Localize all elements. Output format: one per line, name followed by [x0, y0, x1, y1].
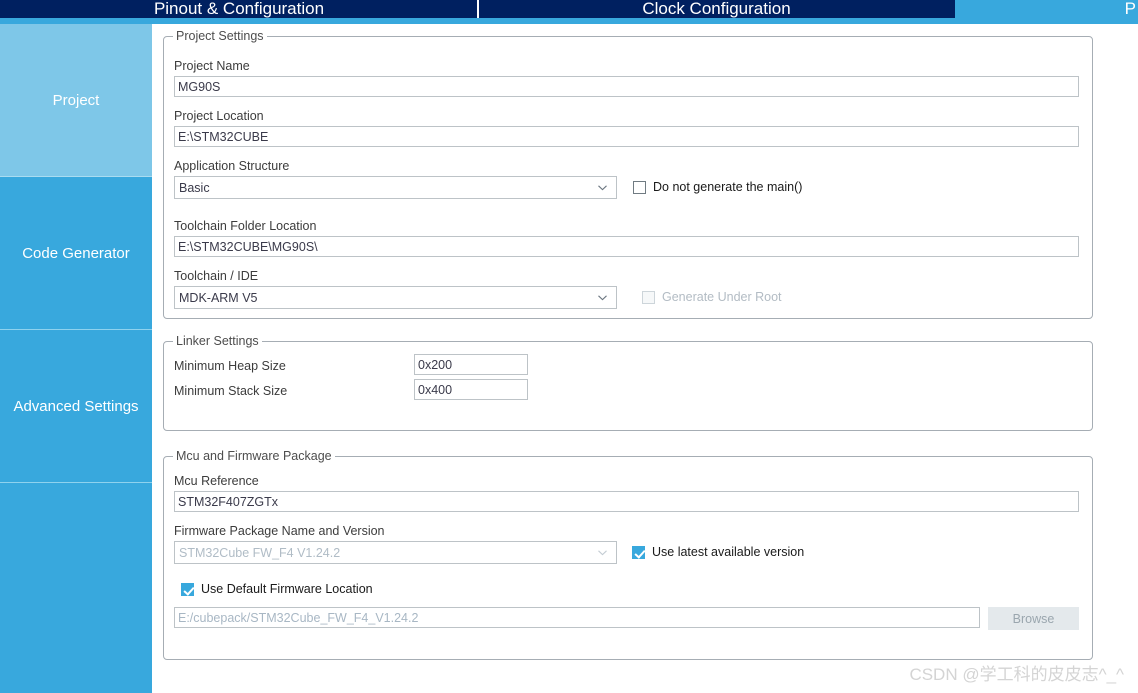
stm32cubemx-project-manager-window: Pinout & Configuration Clock Configurati…	[0, 0, 1138, 693]
mcu-firmware-package-groupbox-title: Mcu and Firmware Package	[173, 449, 335, 463]
application-structure-select[interactable]: Basic	[174, 176, 617, 199]
sidebar-item-project[interactable]: Project	[0, 24, 152, 177]
generate-under-root-label: Generate Under Root	[662, 290, 782, 304]
firmware-package-label: Firmware Package Name and Version	[174, 524, 385, 538]
mcu-reference-input[interactable]	[174, 491, 1079, 512]
sidebar-item-code-generator-label: Code Generator	[22, 244, 130, 262]
project-location-input[interactable]	[174, 126, 1079, 147]
linker-settings-groupbox-title: Linker Settings	[173, 334, 262, 348]
chevron-down-icon	[597, 547, 608, 558]
project-settings-groupbox-title: Project Settings	[173, 29, 267, 43]
tab-clock-configuration[interactable]: Clock Configuration	[478, 0, 955, 18]
sidebar-item-project-label: Project	[52, 91, 100, 109]
project-name-input[interactable]	[174, 76, 1079, 97]
minimum-heap-size-input[interactable]	[414, 354, 528, 375]
tab-project-manager[interactable]: P	[955, 0, 1138, 18]
tab-divider	[477, 0, 479, 18]
minimum-stack-size-input[interactable]	[414, 379, 528, 400]
mcu-reference-label: Mcu Reference	[174, 474, 259, 488]
tab-pinout-configuration-label: Pinout & Configuration	[153, 0, 325, 18]
firmware-package-value: STM32Cube FW_F4 V1.24.2	[179, 545, 341, 560]
use-latest-version-checkbox[interactable]	[632, 545, 645, 559]
generate-under-root-checkbox	[642, 290, 655, 304]
browse-button: Browse	[988, 607, 1079, 630]
do-not-generate-main-checkbox-row[interactable]: Do not generate the main()	[633, 180, 802, 194]
project-name-label: Project Name	[174, 59, 250, 73]
do-not-generate-main-checkbox[interactable]	[633, 180, 646, 194]
linker-settings-groupbox: Linker Settings Minimum Heap Size Minimu…	[163, 334, 1093, 431]
project-settings-groupbox: Project Settings Project Name Project Lo…	[163, 29, 1093, 319]
use-latest-version-checkbox-row[interactable]: Use latest available version	[632, 545, 804, 559]
project-settings-panel: Project Settings Project Name Project Lo…	[152, 24, 1138, 693]
use-latest-version-label: Use latest available version	[652, 545, 805, 559]
csdn-watermark: CSDN @学工科的皮皮志^_^	[909, 665, 1124, 684]
toolchain-ide-select[interactable]: MDK-ARM V5	[174, 286, 617, 309]
browse-button-label: Browse	[1012, 611, 1055, 626]
application-structure-value: Basic	[179, 180, 210, 195]
toolchain-folder-location-input[interactable]	[174, 236, 1079, 257]
sidebar-item-advanced-settings[interactable]: Advanced Settings	[0, 330, 152, 483]
sidebar-item-empty[interactable]	[0, 483, 152, 693]
do-not-generate-main-label: Do not generate the main()	[653, 180, 803, 194]
chevron-down-icon	[597, 292, 608, 303]
toolchain-folder-location-label: Toolchain Folder Location	[174, 219, 317, 233]
minimum-stack-size-label: Minimum Stack Size	[174, 384, 288, 398]
use-default-firmware-location-checkbox-row[interactable]: Use Default Firmware Location	[181, 582, 373, 596]
toolchain-ide-label: Toolchain / IDE	[174, 269, 259, 283]
sidebar-item-advanced-settings-label: Advanced Settings	[13, 397, 139, 415]
project-location-label: Project Location	[174, 109, 264, 123]
firmware-location-input	[174, 607, 980, 628]
application-structure-label: Application Structure	[174, 159, 290, 173]
use-default-firmware-location-checkbox[interactable]	[181, 582, 194, 596]
chevron-down-icon	[597, 182, 608, 193]
sidebar-item-code-generator[interactable]: Code Generator	[0, 177, 152, 330]
tab-project-manager-label: P	[1124, 0, 1136, 18]
tab-pinout-configuration[interactable]: Pinout & Configuration	[0, 0, 478, 18]
mcu-firmware-package-groupbox: Mcu and Firmware Package Mcu Reference F…	[163, 449, 1093, 660]
main-tab-bar: Pinout & Configuration Clock Configurati…	[0, 0, 1138, 18]
toolchain-ide-value: MDK-ARM V5	[179, 290, 258, 305]
left-sidebar: Project Code Generator Advanced Settings	[0, 24, 152, 693]
generate-under-root-checkbox-row: Generate Under Root	[642, 290, 782, 304]
firmware-package-select: STM32Cube FW_F4 V1.24.2	[174, 541, 617, 564]
use-default-firmware-location-label: Use Default Firmware Location	[201, 582, 373, 596]
minimum-heap-size-label: Minimum Heap Size	[174, 359, 286, 373]
tab-clock-configuration-label: Clock Configuration	[642, 0, 791, 18]
